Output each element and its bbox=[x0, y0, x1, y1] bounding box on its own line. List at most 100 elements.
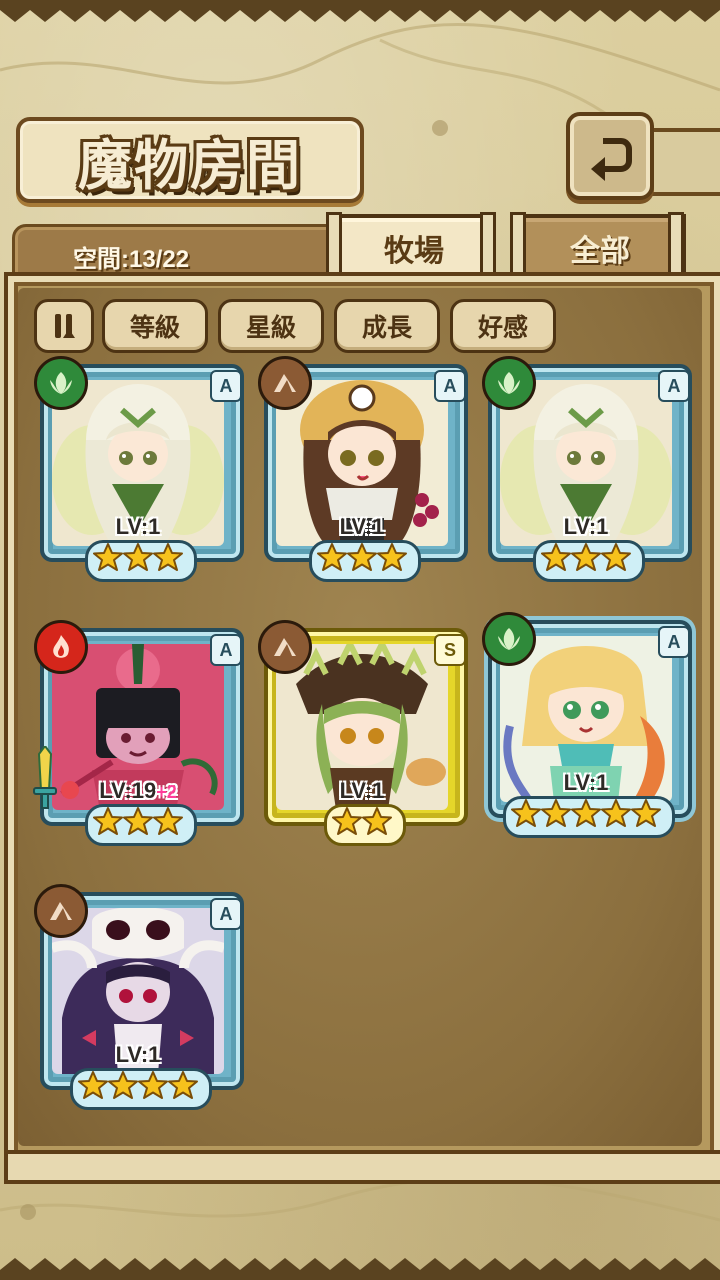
wind-element-icon bbox=[34, 356, 88, 410]
rank-label: A bbox=[219, 903, 233, 924]
level-label: LV:1 bbox=[488, 514, 684, 540]
monster-card[interactable]: A LV:19+2 bbox=[33, 620, 244, 846]
wind-element-icon bbox=[482, 612, 536, 666]
earth-element-icon bbox=[34, 884, 88, 938]
tab-post bbox=[510, 212, 526, 280]
sort-star-label: 星級 bbox=[245, 313, 296, 342]
panel-bottom-bar bbox=[4, 1150, 720, 1184]
star-icon bbox=[377, 543, 407, 571]
star-icon bbox=[317, 543, 347, 571]
rank-badge: A bbox=[210, 898, 242, 930]
level-label: LV:19+2 bbox=[40, 778, 236, 804]
sort-star-button[interactable]: 星級 bbox=[218, 299, 324, 353]
level-label: LV:1 bbox=[264, 514, 460, 540]
star-rating bbox=[264, 804, 460, 842]
star-icon bbox=[123, 807, 153, 835]
rank-badge: A bbox=[434, 370, 466, 402]
level-value: LV:1 bbox=[339, 778, 385, 803]
sort-level-label: 等級 bbox=[129, 313, 180, 342]
monster-card[interactable]: A LV:1 bbox=[34, 356, 244, 582]
level-label: LV:1 bbox=[40, 1042, 236, 1068]
star-icon bbox=[601, 799, 631, 827]
tab-post bbox=[326, 212, 342, 280]
title-plate: 魔物房間 bbox=[16, 117, 364, 203]
earth-element-icon bbox=[258, 356, 312, 410]
wind-element-icon bbox=[482, 356, 536, 410]
sort-growth-button[interactable]: 成長 bbox=[334, 299, 440, 353]
back-button[interactable] bbox=[566, 112, 654, 200]
rank-badge: A bbox=[210, 370, 242, 402]
star-icon bbox=[571, 543, 601, 571]
rank-label: A bbox=[667, 375, 681, 396]
rank-label: S bbox=[443, 639, 456, 660]
tab-ranch-label: 牧場 bbox=[384, 234, 444, 269]
return-arrow-icon bbox=[591, 138, 632, 181]
tab-post bbox=[668, 212, 684, 280]
sort-affection-button[interactable]: 好感 bbox=[450, 299, 556, 353]
tab-post bbox=[480, 212, 496, 280]
star-icon bbox=[332, 807, 362, 835]
star-icon bbox=[347, 543, 377, 571]
star-rating bbox=[40, 804, 236, 842]
level-value: LV:1 bbox=[339, 514, 385, 539]
sort-order-toggle[interactable] bbox=[34, 299, 94, 353]
level-value: LV:1 bbox=[563, 514, 609, 539]
star-icon bbox=[153, 543, 183, 571]
level-bonus: +2 bbox=[156, 782, 177, 802]
fire-element-icon bbox=[34, 620, 88, 674]
star-icon bbox=[362, 807, 392, 835]
level-label: LV:1 bbox=[264, 778, 460, 804]
level-label: LV:1 bbox=[40, 514, 236, 540]
monster-card[interactable]: S LV:1 bbox=[258, 620, 468, 846]
tab-ranch[interactable]: 牧場 bbox=[332, 214, 496, 278]
star-rating bbox=[488, 796, 684, 834]
sort-affection-label: 好感 bbox=[477, 313, 528, 342]
storage-count: 空間:13/22 bbox=[73, 246, 190, 273]
zigzag-top-border bbox=[0, 0, 720, 22]
star-rating bbox=[40, 1068, 236, 1106]
pause-sort-icon bbox=[55, 314, 75, 338]
monster-card[interactable]: A LV:1 bbox=[34, 884, 244, 1110]
page-title: 魔物房間 bbox=[78, 132, 302, 197]
monster-card[interactable]: A LV:1 bbox=[482, 612, 692, 838]
monster-card[interactable]: A LV:1 bbox=[258, 356, 468, 582]
star-rating bbox=[40, 540, 236, 578]
level-value: LV:1 bbox=[115, 1042, 161, 1067]
star-icon bbox=[541, 799, 571, 827]
star-icon bbox=[93, 807, 123, 835]
sword-icon bbox=[33, 746, 57, 809]
level-value: LV:19 bbox=[99, 778, 157, 803]
tab-all[interactable]: 全部 bbox=[514, 214, 686, 278]
star-icon bbox=[541, 543, 571, 571]
star-icon bbox=[78, 1071, 108, 1099]
zigzag-bottom-border bbox=[0, 1258, 720, 1280]
star-icon bbox=[153, 807, 183, 835]
star-icon bbox=[138, 1071, 168, 1099]
rank-label: A bbox=[443, 375, 457, 396]
star-icon bbox=[631, 799, 661, 827]
rank-label: A bbox=[667, 631, 681, 652]
star-icon bbox=[601, 543, 631, 571]
star-icon bbox=[108, 1071, 138, 1099]
tab-all-label: 全部 bbox=[570, 234, 630, 269]
rank-badge: A bbox=[210, 634, 242, 666]
star-rating bbox=[264, 540, 460, 578]
rank-label: A bbox=[219, 375, 233, 396]
star-icon bbox=[168, 1071, 198, 1099]
star-icon bbox=[571, 799, 601, 827]
sort-growth-label: 成長 bbox=[361, 313, 412, 342]
monster-card[interactable]: A LV:1 bbox=[482, 356, 692, 582]
rank-label: A bbox=[219, 639, 233, 660]
sort-level-button[interactable]: 等級 bbox=[102, 299, 208, 353]
earth-element-icon bbox=[258, 620, 312, 674]
star-icon bbox=[93, 543, 123, 571]
rank-badge: A bbox=[658, 370, 690, 402]
star-rating bbox=[488, 540, 684, 578]
rank-badge: A bbox=[658, 626, 690, 658]
level-value: LV:1 bbox=[115, 514, 161, 539]
star-icon bbox=[123, 543, 153, 571]
rank-badge: S bbox=[434, 634, 466, 666]
level-value: LV:1 bbox=[563, 770, 609, 795]
star-icon bbox=[511, 799, 541, 827]
level-label: LV:1 bbox=[488, 770, 684, 796]
